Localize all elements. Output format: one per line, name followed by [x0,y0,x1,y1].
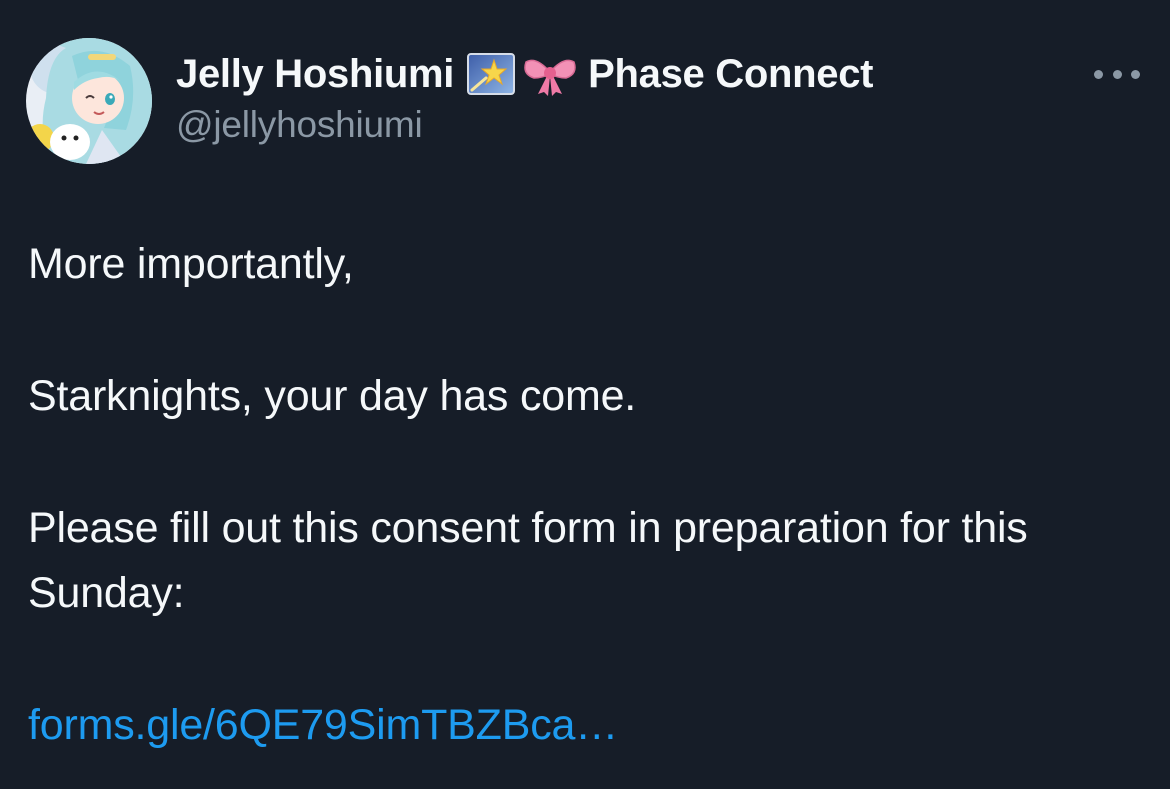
more-dot [1094,69,1103,79]
more-dot [1112,69,1122,79]
tweet-line: Starknights, your day has come. [28,372,637,420]
tweet-header: Jelly Hoshiumi Phase Connect @jellyhoshi… [176,50,873,146]
tweet-body: More importantly, Starknights, your day … [28,232,1138,758]
author-handle[interactable]: @jellyhoshiumi [176,104,873,146]
tweet-card: Jelly Hoshiumi Phase Connect @jellyhoshi… [0,0,1170,789]
author-affiliation[interactable]: Phase Connect [588,52,873,97]
ribbon-bow-icon [522,52,578,96]
form-link[interactable]: forms.gle/6QE79SimTBZBca… [28,701,618,749]
tweet-line: Please fill out this consent form in pre… [28,504,1028,617]
star-badge-icon [466,52,516,96]
author-display-name[interactable]: Jelly Hoshiumi [176,52,454,97]
author-name-row[interactable]: Jelly Hoshiumi Phase Connect [176,50,873,98]
avatar[interactable] [26,38,152,164]
tweet-line: More importantly, [28,240,354,288]
avatar-image [26,38,152,164]
more-dot [1131,69,1140,79]
more-options-icon[interactable] [1094,62,1140,86]
